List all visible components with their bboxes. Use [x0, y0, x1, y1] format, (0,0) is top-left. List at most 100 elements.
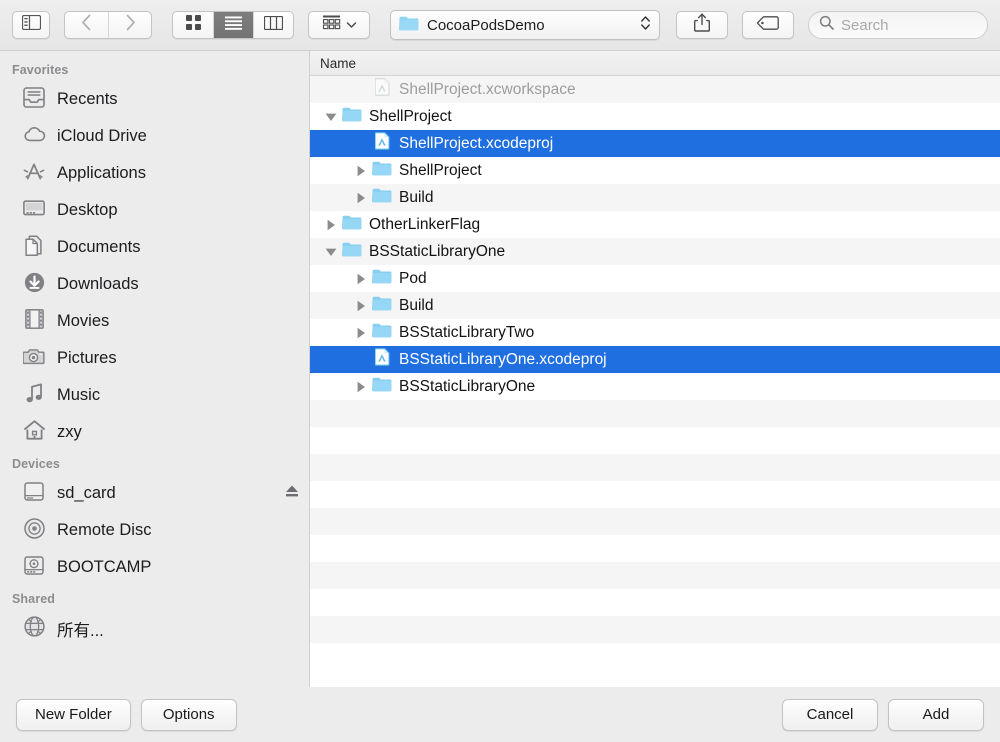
- empty-row: [310, 643, 1000, 670]
- recents-icon: [23, 86, 45, 113]
- file-name: OtherLinkerFlag: [369, 215, 481, 233]
- xcode-file-icon: [374, 132, 390, 155]
- disclosure-triangle-expanded-icon[interactable]: [320, 112, 342, 122]
- empty-row: [310, 508, 1000, 535]
- sidebar-item-icloud-drive[interactable]: iCloud Drive: [0, 118, 309, 155]
- sidebar-item-desktop[interactable]: Desktop: [0, 192, 309, 229]
- sidebar-section-header: Favorites: [12, 63, 69, 77]
- pictures-icon: [22, 347, 46, 371]
- table-row[interactable]: ShellProject.xcworkspace: [310, 76, 1000, 103]
- eject-button[interactable]: [285, 484, 299, 503]
- sidebar-item-bootcamp[interactable]: BOOTCAMP: [0, 549, 309, 586]
- sidebar-item-sd-card[interactable]: sd_card: [0, 475, 309, 512]
- table-row[interactable]: BSStaticLibraryOne: [310, 238, 1000, 265]
- chevron-left-icon: [81, 14, 92, 36]
- tag-button[interactable]: [742, 11, 794, 39]
- xcode-file-icon: [372, 348, 392, 371]
- empty-row: [310, 427, 1000, 454]
- sidebar-item-zxy[interactable]: zxy: [0, 414, 309, 451]
- file-name: ShellProject: [369, 107, 452, 125]
- sidebar-item-label: Recents: [57, 90, 118, 108]
- column-view-button[interactable]: [253, 12, 293, 38]
- sidebar-item-label: Applications: [57, 164, 146, 182]
- file-name: Build: [399, 188, 434, 206]
- disclosure-triangle-collapsed-icon[interactable]: [350, 300, 372, 312]
- disclosure-triangle-collapsed-icon[interactable]: [350, 192, 372, 204]
- empty-row: [310, 535, 1000, 562]
- table-row[interactable]: Build: [310, 184, 1000, 211]
- table-row[interactable]: ShellProject: [310, 103, 1000, 130]
- disclosure-triangle-collapsed-icon[interactable]: [350, 381, 372, 393]
- arrange-button[interactable]: [308, 11, 370, 39]
- pictures-icon: [22, 347, 45, 370]
- optical-disc-icon: [23, 517, 45, 544]
- table-row[interactable]: Build: [310, 292, 1000, 319]
- icon-view-button[interactable]: [173, 12, 213, 38]
- music-icon: [22, 383, 46, 408]
- search-icon: [819, 15, 834, 35]
- table-row[interactable]: OtherLinkerFlag: [310, 211, 1000, 238]
- disclosure-triangle-collapsed-icon[interactable]: [350, 327, 372, 339]
- folder-icon: [372, 376, 392, 397]
- sidebar-item-label: zxy: [57, 423, 82, 441]
- table-row[interactable]: ShellProject: [310, 157, 1000, 184]
- file-name: ShellProject: [399, 161, 482, 179]
- path-popup-button[interactable]: CocoaPodsDemo: [390, 10, 660, 40]
- folder-icon: [372, 269, 392, 289]
- table-row[interactable]: BSStaticLibraryOne.xcodeproj: [310, 346, 1000, 373]
- sidebar-item-music[interactable]: Music: [0, 377, 309, 414]
- folder-icon: [399, 15, 419, 36]
- file-list-panel: Name ShellProject.xcworkspace ShellProjec…: [310, 51, 1000, 687]
- sidebar-item-label: Remote Disc: [57, 521, 152, 539]
- back-button[interactable]: [65, 12, 108, 38]
- table-row[interactable]: ShellProject.xcodeproj: [310, 130, 1000, 157]
- forward-button[interactable]: [108, 12, 151, 38]
- folder-icon: [342, 106, 362, 127]
- desktop-icon: [22, 199, 46, 223]
- sidebar-item-applications[interactable]: Applications: [0, 155, 309, 192]
- folder-icon: [372, 188, 392, 208]
- share-button[interactable]: [676, 11, 728, 39]
- empty-row: [310, 454, 1000, 481]
- folder-icon: [372, 377, 392, 397]
- disclosure-triangle-collapsed-icon[interactable]: [350, 165, 372, 177]
- movies-icon: [24, 309, 44, 334]
- disclosure-triangle-collapsed-icon[interactable]: [320, 219, 342, 231]
- sidebar-item-movies[interactable]: Movies: [0, 303, 309, 340]
- table-row[interactable]: BSStaticLibraryOne: [310, 373, 1000, 400]
- add-button[interactable]: Add: [888, 698, 984, 731]
- network-globe-icon: [22, 615, 46, 641]
- file-list[interactable]: ShellProject.xcworkspace ShellProject Shel…: [310, 76, 1000, 687]
- search-field[interactable]: Search: [808, 11, 988, 39]
- sidebar-item-documents[interactable]: Documents: [0, 229, 309, 266]
- chevron-right-icon: [125, 14, 136, 36]
- share-icon: [694, 13, 710, 37]
- documents-icon: [25, 234, 43, 261]
- sidebar-item-[interactable]: 所有...: [0, 610, 309, 647]
- new-folder-button[interactable]: New Folder: [16, 698, 131, 731]
- desktop-icon: [23, 199, 45, 222]
- sidebar-item-recents[interactable]: Recents: [0, 81, 309, 118]
- sidebar-item-label: sd_card: [57, 484, 116, 502]
- options-button[interactable]: Options: [140, 698, 237, 731]
- sidebar-item-label: 所有...: [57, 621, 104, 640]
- search-input[interactable]: Search: [841, 17, 889, 34]
- disclosure-triangle-expanded-icon[interactable]: [320, 247, 342, 257]
- sidebar-item-remote-disc[interactable]: Remote Disc: [0, 512, 309, 549]
- sidebar-item-pictures[interactable]: Pictures: [0, 340, 309, 377]
- folder-icon: [342, 242, 362, 262]
- cancel-button[interactable]: Cancel: [782, 698, 878, 731]
- xcode-file-icon: [372, 132, 392, 155]
- file-name: BSStaticLibraryOne: [399, 377, 536, 395]
- table-row[interactable]: Pod: [310, 265, 1000, 292]
- file-name: ShellProject.xcodeproj: [399, 134, 554, 152]
- xcode-file-icon: [374, 348, 390, 371]
- disclosure-triangle-collapsed-icon[interactable]: [350, 273, 372, 285]
- table-row[interactable]: BSStaticLibraryTwo: [310, 319, 1000, 346]
- toolbar: CocoaPodsDemo Search: [0, 0, 1000, 50]
- column-header-name[interactable]: Name: [320, 56, 356, 71]
- list-view-button[interactable]: [213, 12, 253, 38]
- home-icon: [22, 420, 46, 445]
- sidebar-item-downloads[interactable]: Downloads: [0, 266, 309, 303]
- sidebar-toggle-button[interactable]: [12, 11, 50, 39]
